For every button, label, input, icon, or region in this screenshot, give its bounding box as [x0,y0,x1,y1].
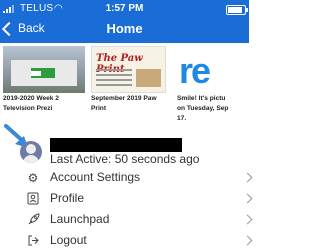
card-thumbnail [3,46,85,93]
chevron-right-icon [242,214,253,225]
chevron-right-icon [242,235,253,246]
menu-item-profile[interactable]: Profile [0,189,253,210]
card-caption-line2: Print [91,105,107,112]
menu-item-account-settings[interactable]: ⚙ Account Settings [0,168,253,189]
card-thumbnail: re [177,46,247,93]
last-active-status: Last Active: 50 seconds ago [50,152,200,166]
menu-item-label: Profile [50,191,85,205]
card-caption-line1: 2019-2020 Week 2 [3,95,59,102]
card-caption-line1: Smile! It's pictu [177,95,226,102]
chevron-right-icon [242,172,253,183]
menu-item-label: Account Settings [50,170,141,184]
app-header: TELUS ◠ 1:57 PM Back Home [0,0,249,43]
status-time: 1:57 PM [105,3,144,14]
logout-icon [26,234,40,248]
card-caption-line2: Television Prezi [3,105,53,112]
menu-item-label: Logout [50,233,87,247]
battery-icon [226,5,248,15]
redacted-user-name [50,138,182,152]
carousel-card[interactable]: The Paw Print September 2019 Paw Print [91,46,171,113]
rocket-icon [26,213,40,227]
status-bar: TELUS ◠ 1:57 PM [0,0,249,18]
card-caption-line2: on Tuesday, Sep [177,105,229,112]
menu-item-label: Launchpad [50,212,110,226]
gear-icon: ⚙ [27,171,39,185]
chevron-right-icon [242,193,253,204]
carousel-card[interactable]: re Smile! It's pictu on Tuesday, Sep 17. [177,46,249,123]
profile-icon [26,192,40,206]
page-title: Home [106,21,143,36]
menu-item-launchpad[interactable]: Launchpad [0,210,253,231]
carousel-card[interactable]: 2019-2020 Week 2 Television Prezi [3,46,85,113]
avatar[interactable] [20,141,42,163]
card-caption-line3: 17. [177,115,187,122]
card-thumbnail: The Paw Print [91,46,166,93]
nav-bar: Back Home [0,18,249,43]
card-caption-line1: September 2019 Paw [91,95,157,102]
thumb-title: re [179,50,211,91]
news-carousel[interactable]: ‹ 2019-2020 Week 2 Television Prezi The … [0,43,249,123]
menu-item-logout[interactable]: Logout [0,231,253,252]
